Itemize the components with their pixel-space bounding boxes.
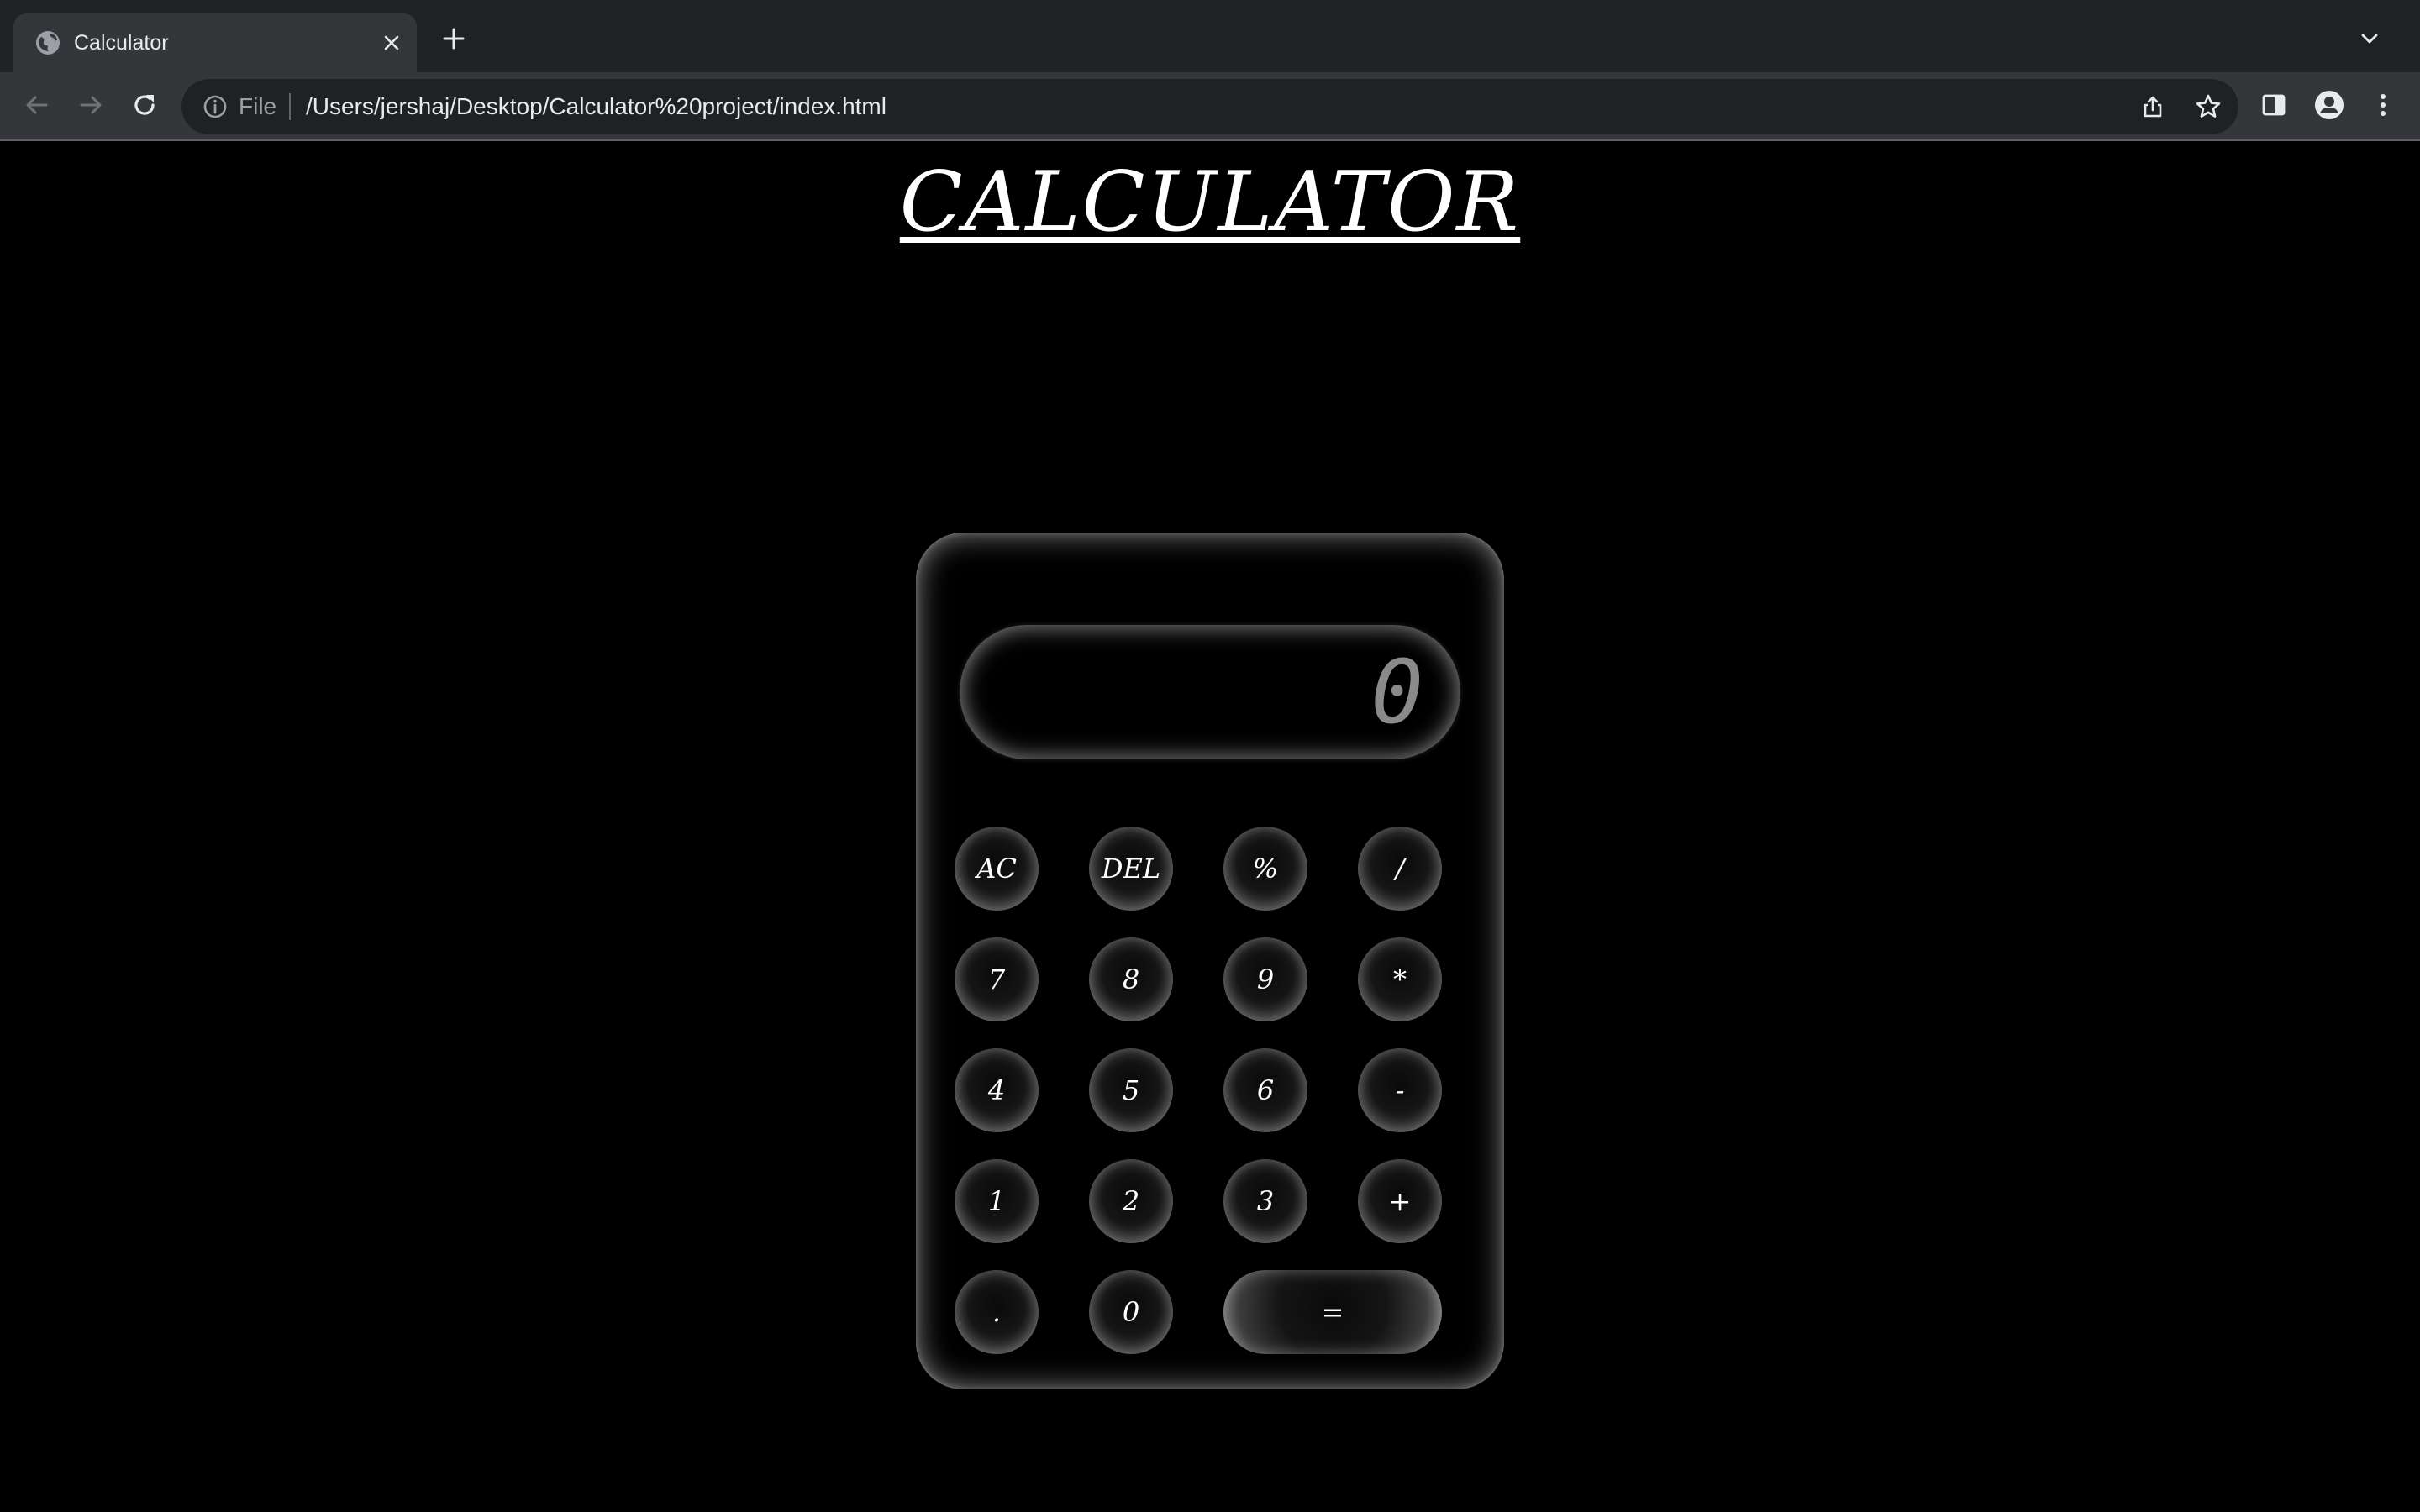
key-percent[interactable]: % xyxy=(1223,827,1307,911)
kebab-menu-icon xyxy=(2370,92,2396,121)
browser-tab-calculator[interactable]: Calculator xyxy=(13,13,417,72)
plus-icon xyxy=(442,27,466,54)
reload-button[interactable] xyxy=(124,87,165,127)
key-1[interactable]: 1 xyxy=(955,1159,1039,1243)
profile-icon xyxy=(2314,90,2344,123)
arrow-right-icon xyxy=(76,91,105,123)
side-panel-icon xyxy=(2260,92,2287,122)
page-title: CALCULATOR xyxy=(0,155,2420,250)
back-button[interactable] xyxy=(17,87,57,127)
key-6[interactable]: 6 xyxy=(1223,1048,1307,1132)
menu-button[interactable] xyxy=(2363,87,2403,127)
chevron-down-icon xyxy=(2359,28,2381,53)
key-divide[interactable]: / xyxy=(1358,827,1442,911)
key-decimal[interactable]: . xyxy=(955,1270,1039,1354)
close-icon[interactable] xyxy=(376,28,407,58)
share-icon[interactable] xyxy=(2136,90,2170,123)
key-del[interactable]: DEL xyxy=(1089,827,1173,911)
tab-title: Calculator xyxy=(74,31,169,55)
profile-button[interactable] xyxy=(2309,87,2349,127)
omnibox-divider xyxy=(289,93,291,120)
forward-button[interactable] xyxy=(71,87,111,127)
key-add[interactable]: + xyxy=(1358,1159,1442,1243)
key-ac[interactable]: AC xyxy=(955,827,1039,911)
tab-search-button[interactable] xyxy=(2353,24,2386,57)
calculator-display: 0 xyxy=(960,625,1460,759)
browser-toolbar: File /Users/jershaj/Desktop/Calculator%2… xyxy=(0,72,2420,141)
key-0[interactable]: 0 xyxy=(1089,1270,1173,1354)
url-text[interactable]: /Users/jershaj/Desktop/Calculator%20proj… xyxy=(306,79,886,134)
info-icon[interactable] xyxy=(200,92,230,122)
key-9[interactable]: 9 xyxy=(1223,937,1307,1021)
star-icon[interactable] xyxy=(2191,90,2225,123)
key-2[interactable]: 2 xyxy=(1089,1159,1173,1243)
calculator-body: 0 AC DEL % / 7 8 9 * 4 5 6 - 1 2 3 + . 0… xyxy=(916,533,1504,1389)
key-7[interactable]: 7 xyxy=(955,937,1039,1021)
arrow-left-icon xyxy=(23,91,51,123)
display-value: 0 xyxy=(1370,641,1423,743)
scheme-label: File xyxy=(239,93,277,119)
key-5[interactable]: 5 xyxy=(1089,1048,1173,1132)
browser-tabstrip: Calculator xyxy=(0,0,2420,72)
key-subtract[interactable]: - xyxy=(1358,1048,1442,1132)
new-tab-button[interactable] xyxy=(437,24,471,57)
key-equals[interactable]: = xyxy=(1223,1270,1442,1354)
globe-icon xyxy=(34,29,62,57)
key-3[interactable]: 3 xyxy=(1223,1159,1307,1243)
page-viewport: CALCULATOR 0 AC DEL % / 7 8 9 * 4 5 6 - … xyxy=(0,143,2420,1512)
page-title-text: CALCULATOR xyxy=(899,155,1521,250)
address-bar[interactable]: File /Users/jershaj/Desktop/Calculator%2… xyxy=(182,79,2238,134)
key-multiply[interactable]: * xyxy=(1358,937,1442,1021)
reload-icon xyxy=(130,91,159,123)
side-panel-button[interactable] xyxy=(2254,87,2294,127)
key-8[interactable]: 8 xyxy=(1089,937,1173,1021)
key-4[interactable]: 4 xyxy=(955,1048,1039,1132)
